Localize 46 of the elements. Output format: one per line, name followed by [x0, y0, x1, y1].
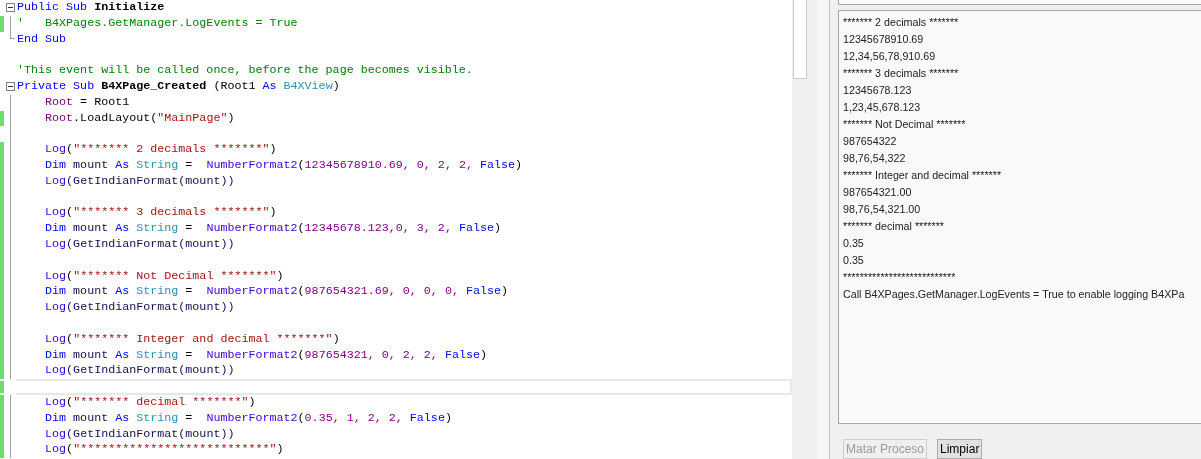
code-line: Public Sub Initialize	[16, 0, 165, 16]
code-line: Log("***************************")	[44, 442, 284, 459]
scrollbar-thumb[interactable]	[793, 0, 807, 79]
code-line: ' B4XPages.GetManager.LogEvents = True	[16, 15, 298, 32]
log-entry: 98,76,54,321.00	[843, 202, 922, 217]
log-entry: 98,76,54,322	[843, 151, 907, 166]
log-entry: 1,23,45,678.123	[843, 100, 922, 115]
log-entry: 12345678.123	[843, 83, 913, 98]
splitter-bar[interactable]	[808, 0, 830, 459]
log-entry: 0.35	[843, 253, 865, 268]
collapse-icon[interactable]	[5, 3, 15, 13]
log-entry: 0.35	[843, 236, 865, 251]
log-entry: 12345678910.69	[843, 32, 925, 47]
code-line: Root.LoadLayout("MainPage")	[44, 110, 235, 127]
code-line: Log(GetIndianFormat(mount))	[44, 236, 235, 253]
log-entry: ******* Integer and decimal *******	[843, 168, 1003, 183]
log-entry: ******* Not Decimal *******	[843, 117, 967, 132]
code-line: Dim mount As String = NumberFormat2(987654321.69, 0, 0, 0, False)	[44, 284, 509, 301]
collapse-icon[interactable]	[5, 82, 15, 92]
code-line: Dim mount As String = NumberFormat2(987654321, 0, 2, 2, False)	[44, 347, 487, 364]
log-entry: 12,34,56,78,910.69	[843, 49, 937, 64]
code-line: Dim mount As String = NumberFormat2(12345678910.69, 0, 2, 2, False)	[44, 157, 523, 174]
code-line: Log("******* 3 decimals *******")	[44, 205, 277, 222]
log-entry: Call B4XPages.GetManager.LogEvents = True to enable logging B4XPa	[843, 287, 1186, 302]
code-line: Log("******* Integer and decimal *******")	[44, 331, 340, 348]
code-line: End Sub	[16, 31, 67, 48]
code-line: Log("******* Not Decimal *******")	[44, 268, 284, 285]
code-line: Root = Root1	[44, 94, 130, 111]
log-entry: ******* 2 decimals *******	[843, 15, 960, 30]
code-line: Log(GetIndianFormat(mount))	[44, 426, 235, 443]
code-line: Dim mount As String = NumberFormat2(0.35, 1, 2, 2, False)	[44, 410, 452, 427]
code-line: Log("******* decimal *******")	[44, 394, 256, 411]
log-entry: 987654322	[843, 134, 898, 149]
code-line: Dim mount As String = NumberFormat2(12345678.123,0, 3, 2, False)	[44, 221, 501, 237]
code-line: Log(GetIndianFormat(mount))	[44, 363, 235, 380]
vertical-scrollbar[interactable]	[792, 0, 808, 459]
panel-button[interactable]: Limpiar	[937, 439, 983, 459]
code-line: 'This event will be called once, before the page becomes visible.	[16, 63, 473, 79]
code-line: Log(GetIndianFormat(mount))	[44, 300, 235, 316]
log-entry: ******* decimal *******	[843, 219, 945, 234]
code-line: Private Sub B4XPage_Created (Root1 As B4XView)	[16, 79, 340, 95]
log-entry: ******* 3 decimals *******	[843, 66, 960, 81]
code-line: Log("******* 2 decimals *******")	[44, 142, 277, 158]
code-line: Log(GetIndianFormat(mount))	[44, 173, 235, 190]
log-entry: ***************************	[843, 270, 957, 285]
log-entry: 987654321.00	[843, 185, 913, 200]
